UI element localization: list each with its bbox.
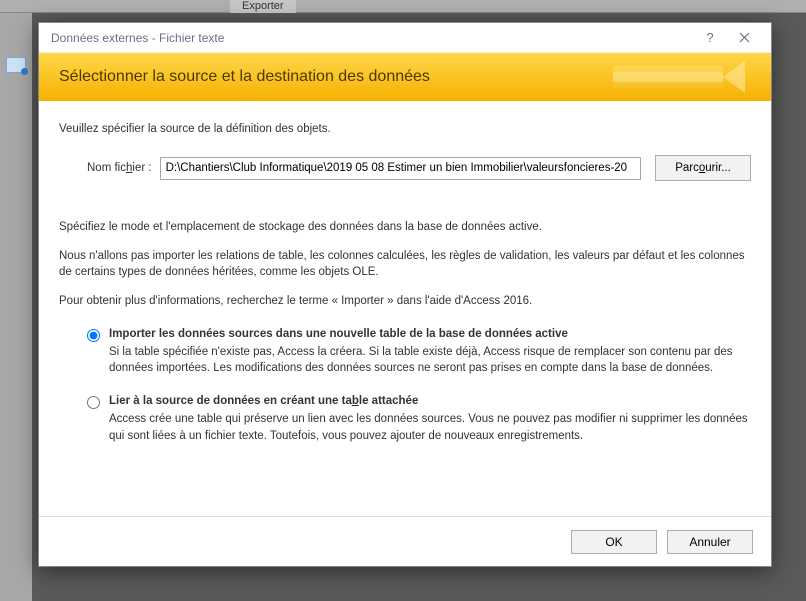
nav-pane-icon — [6, 57, 26, 73]
file-name-input[interactable] — [160, 157, 641, 180]
option-import-title: Importer les données sources dans une no… — [109, 328, 568, 340]
dialog-footer: OK Annuler — [39, 516, 771, 566]
instruction-storage: Spécifiez le mode et l'emplacement de st… — [59, 219, 751, 236]
option-link-desc: Access crée une table qui préserve un li… — [109, 411, 751, 444]
radio-link[interactable] — [87, 396, 100, 409]
close-button[interactable] — [727, 26, 761, 50]
browse-button[interactable]: Parcourir... — [655, 155, 751, 181]
help-button[interactable]: ? — [693, 26, 727, 50]
option-import-new-table[interactable]: Importer les données sources dans une no… — [87, 328, 751, 377]
file-name-label: Nom fichier : — [87, 162, 152, 174]
file-name-row: Nom fichier : Parcourir... — [87, 155, 751, 181]
wizard-banner: Sélectionner la source et la destination… — [39, 53, 771, 101]
option-import-desc: Si la table spécifiée n'existe pas, Acce… — [109, 344, 751, 377]
ok-button[interactable]: OK — [571, 530, 657, 554]
app-background-topbar — [0, 0, 806, 13]
dialog-titlebar: Données externes - Fichier texte ? — [39, 23, 771, 53]
dialog-title: Données externes - Fichier texte — [51, 31, 224, 45]
option-link-table[interactable]: Lier à la source de données en créant un… — [87, 395, 751, 444]
wizard-banner-title: Sélectionner la source et la destination… — [59, 68, 430, 86]
ribbon-tab: Exporter — [230, 0, 296, 13]
wizard-banner-arrow-icon — [613, 59, 753, 95]
cancel-button[interactable]: Annuler — [667, 530, 753, 554]
instruction-limitations: Nous n'allons pas importer les relations… — [59, 248, 751, 281]
radio-import[interactable] — [87, 329, 100, 342]
close-icon — [739, 32, 750, 43]
wizard-content: Veuillez spécifier la source de la défin… — [39, 101, 771, 516]
app-background-sidebar — [0, 13, 32, 601]
instruction-more-info: Pour obtenir plus d'informations, recher… — [59, 293, 751, 310]
import-options-group: Importer les données sources dans une no… — [87, 328, 751, 445]
import-text-wizard-dialog: Données externes - Fichier texte ? Sélec… — [38, 22, 772, 567]
instruction-source: Veuillez spécifier la source de la défin… — [59, 123, 751, 135]
option-link-title: Lier à la source de données en créant un… — [109, 395, 418, 407]
